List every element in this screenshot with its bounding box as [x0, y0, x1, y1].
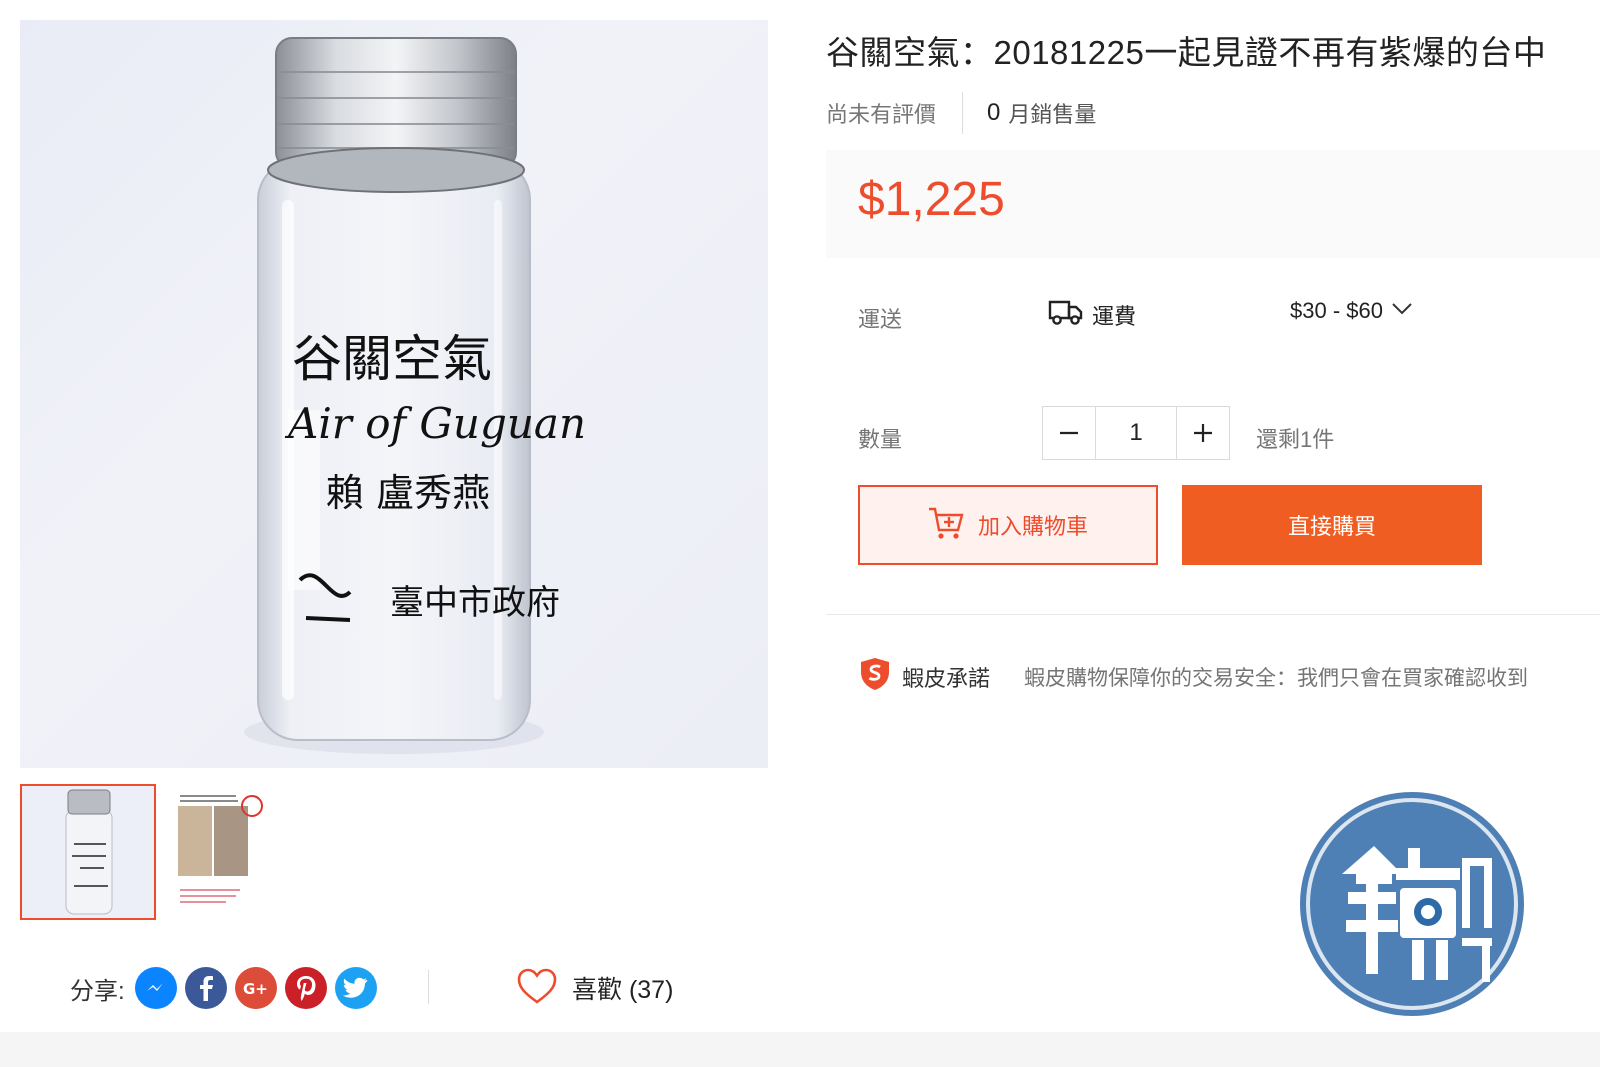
cart-add-icon	[928, 506, 964, 545]
quantity-label: 數量	[858, 427, 903, 452]
price: $1,225	[858, 173, 1005, 226]
footer-strip	[0, 1032, 1600, 1067]
minus-icon	[1060, 431, 1078, 435]
quantity-input[interactable]: 1	[1095, 407, 1177, 459]
facebook-icon[interactable]	[184, 967, 227, 1009]
share-label: 分享:	[70, 977, 125, 1005]
truck-icon	[1048, 298, 1084, 331]
svg-text:G+: G+	[243, 980, 268, 998]
price-box: $1,225	[826, 150, 1600, 258]
google-plus-icon[interactable]: G+	[234, 967, 277, 1009]
add-to-cart-button[interactable]: 加入購物車	[858, 485, 1158, 565]
messenger-icon[interactable]	[134, 967, 177, 1009]
shipping-fee: 運費	[1048, 298, 1136, 331]
quantity-stepper: 1	[1042, 406, 1230, 460]
handwriting-issuer: 臺中市政府	[390, 583, 560, 623]
pinterest-icon[interactable]	[284, 967, 327, 1009]
guarantee-row: 蝦皮承諾 蝦皮購物保障你的交易安全：我們只會在買家確認收到	[858, 640, 1600, 700]
like-label: 喜歡 (37)	[572, 976, 674, 1004]
sold-label: 月銷售量	[1008, 102, 1097, 127]
handwriting-title: 谷關空氣	[292, 330, 492, 388]
thumbnail-jar-selected[interactable]	[20, 784, 156, 920]
section-divider	[826, 614, 1600, 615]
heart-icon	[516, 967, 558, 1010]
mirror-media-watermark	[1296, 788, 1528, 1020]
shipping-range: $30 - $60	[1290, 298, 1383, 323]
add-to-cart-label: 加入購物車	[977, 514, 1088, 539]
product-title: 谷關空氣：20181225一起見證不再有紫爆的台中	[826, 34, 1547, 71]
thumbnail-poster-image	[176, 792, 263, 912]
like-button[interactable]: 喜歡 (37)	[516, 964, 673, 1012]
watermark-logo	[1300, 792, 1524, 1016]
shipping-range-dropdown[interactable]: $30 - $60	[1290, 298, 1413, 324]
sold-count: 0	[987, 99, 1001, 126]
plus-icon	[1194, 424, 1212, 442]
increase-button[interactable]	[1177, 407, 1229, 459]
handwriting-english: Air of Guguan	[284, 399, 586, 448]
handwriting-signer: 賴 盧秀燕	[326, 471, 490, 515]
shield-icon	[858, 656, 892, 697]
product-meta: 尚未有評價 0 月銷售量	[826, 92, 1096, 134]
share-divider	[428, 970, 429, 1004]
rating-status[interactable]: 尚未有評價	[826, 97, 936, 129]
share-bar: 分享: G+	[70, 962, 385, 1014]
buy-now-button[interactable]: 直接購買	[1182, 485, 1482, 565]
glass-jar-photo: 谷關空氣 Air of Guguan 賴 盧秀燕 臺中市政府	[244, 37, 586, 754]
meta-divider	[962, 92, 964, 134]
shipping-label: 運送	[858, 307, 903, 332]
chevron-down-icon	[1391, 302, 1413, 321]
shipping-fee-label: 運費	[1092, 303, 1137, 329]
twitter-icon[interactable]	[334, 967, 377, 1009]
guarantee-text: 蝦皮購物保障你的交易安全：我們只會在買家確認收到	[1024, 666, 1529, 690]
stock-remaining: 還剩1件	[1256, 427, 1335, 452]
buy-now-label: 直接購買	[1287, 514, 1376, 539]
guarantee-title: 蝦皮承諾	[902, 665, 991, 691]
product-main-image[interactable]: 谷關空氣 Air of Guguan 賴 盧秀燕 臺中市政府	[20, 20, 768, 768]
thumbnail-jar-image	[65, 789, 113, 915]
decrease-button[interactable]	[1043, 407, 1095, 459]
thumbnail-poster[interactable]	[166, 784, 302, 920]
